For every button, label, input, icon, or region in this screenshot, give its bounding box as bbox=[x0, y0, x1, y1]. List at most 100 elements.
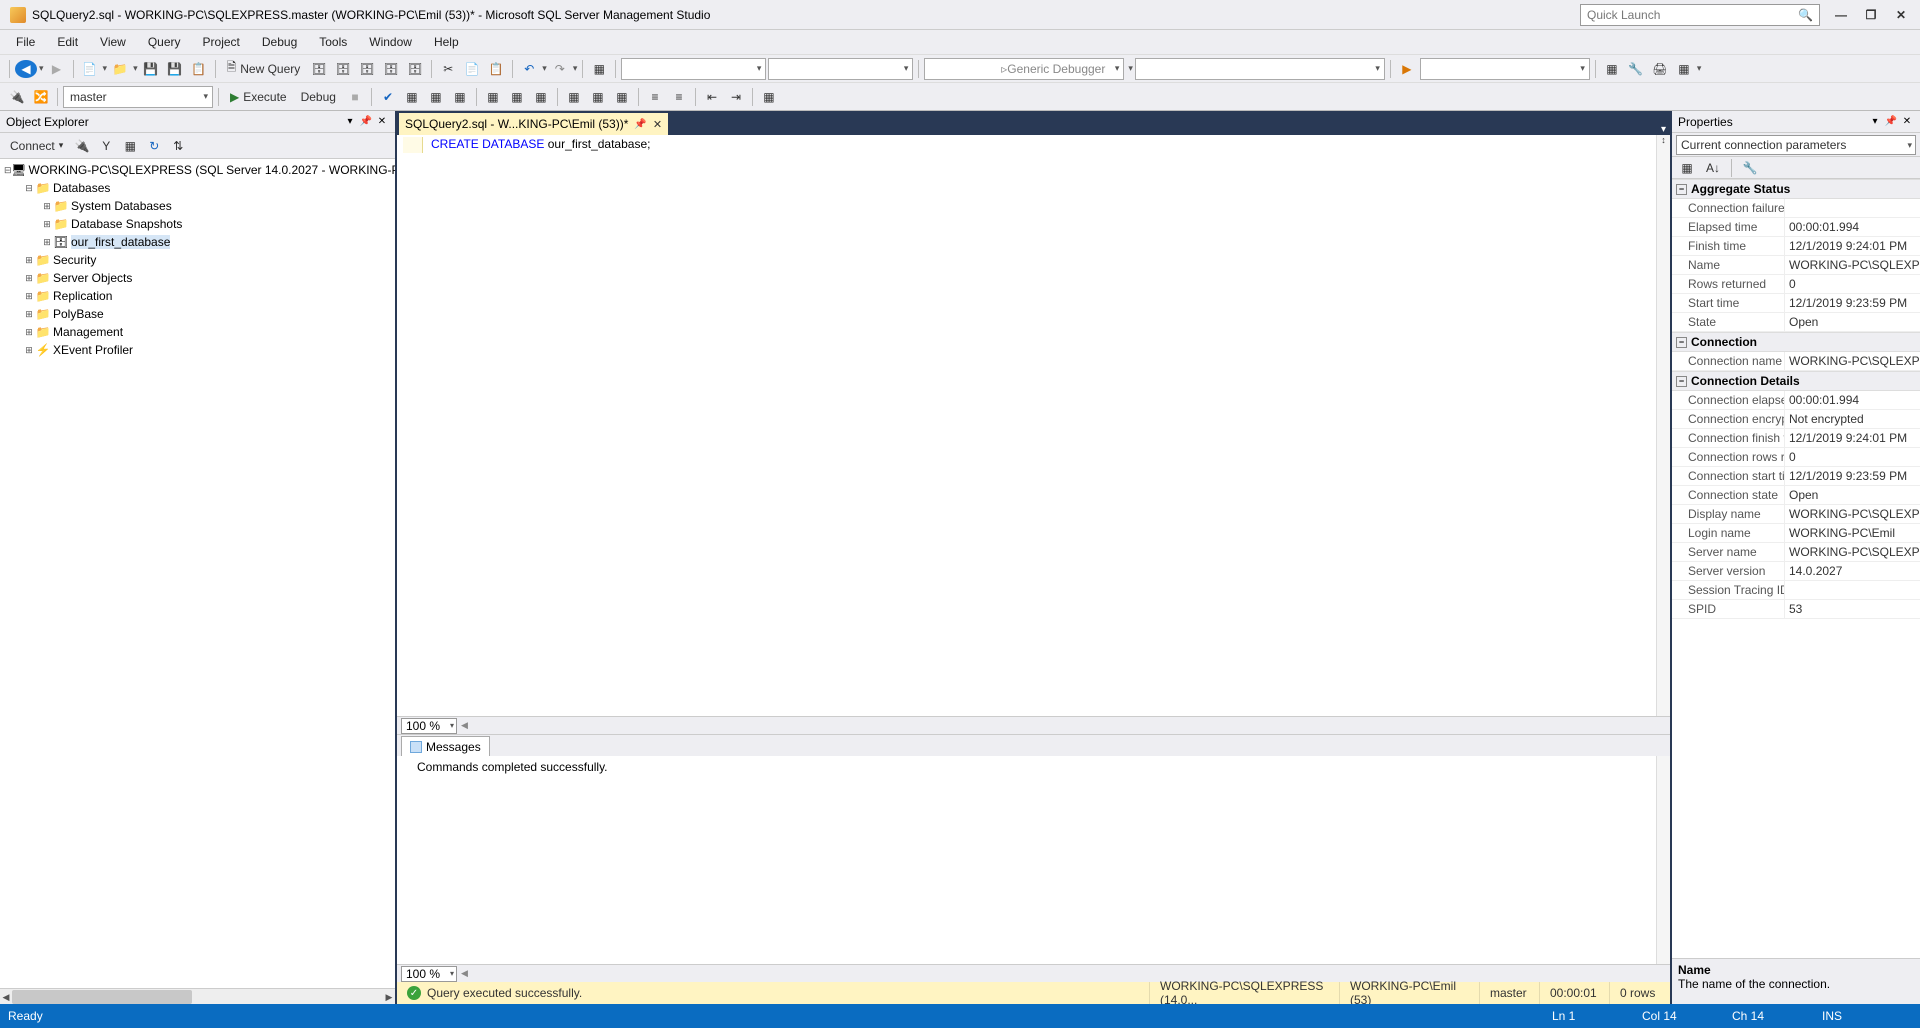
properties-object-select[interactable]: Current connection parameters bbox=[1672, 133, 1920, 157]
panel-options-icon[interactable]: ▾ bbox=[343, 116, 357, 127]
include-client-stats-icon[interactable]: ▦ bbox=[530, 86, 552, 108]
pin-icon[interactable]: 📌 bbox=[634, 119, 646, 130]
panel-pin-icon[interactable]: 📌 bbox=[359, 116, 373, 127]
prop-row[interactable]: Connection rows re0 bbox=[1672, 448, 1920, 467]
close-button[interactable]: ✕ bbox=[1892, 8, 1910, 22]
tree-databases-node[interactable]: ⊟📁Databases bbox=[0, 179, 395, 197]
prop-row[interactable]: Display nameWORKING-PC\SQLEXPRESS bbox=[1672, 505, 1920, 524]
open-button[interactable]: 📁 bbox=[109, 58, 131, 80]
parse-button[interactable]: ✔ bbox=[377, 86, 399, 108]
prop-row[interactable]: Connection nameWORKING-PC\SQLEXPRESS bbox=[1672, 352, 1920, 371]
solution-platform-select[interactable] bbox=[768, 58, 913, 80]
prop-row[interactable]: Connection elapsed00:00:01.994 bbox=[1672, 391, 1920, 410]
solution-config-select[interactable] bbox=[621, 58, 766, 80]
scroll-right-icon[interactable]: ▶ bbox=[383, 989, 395, 1005]
xmla-query-icon[interactable]: 🗄 bbox=[404, 58, 426, 80]
intellisense-icon[interactable]: ▦ bbox=[449, 86, 471, 108]
split-toggle-icon[interactable]: ↕ bbox=[1657, 135, 1670, 149]
sync-icon[interactable]: ⇅ bbox=[167, 135, 189, 157]
prop-row[interactable]: Server nameWORKING-PC\SQLEXPRESS bbox=[1672, 543, 1920, 562]
messages-body[interactable]: Commands completed successfully. bbox=[397, 756, 1670, 964]
change-connection-icon[interactable]: 🔌 bbox=[6, 86, 28, 108]
prop-row[interactable]: Server version14.0.2027 bbox=[1672, 562, 1920, 581]
group-conn-details[interactable]: −Connection Details bbox=[1672, 371, 1920, 391]
dmx-query-icon[interactable]: 🗄 bbox=[380, 58, 402, 80]
new-item-button[interactable]: 📄 bbox=[79, 58, 101, 80]
results-to-file-icon[interactable]: ▦ bbox=[611, 86, 633, 108]
messages-vscroll[interactable] bbox=[1656, 756, 1670, 964]
available-db-icon[interactable]: 🔀 bbox=[30, 86, 52, 108]
menu-tools[interactable]: Tools bbox=[309, 32, 357, 52]
prop-row[interactable]: Finish time12/1/2019 9:24:01 PM bbox=[1672, 237, 1920, 256]
include-plan-icon[interactable]: ▦ bbox=[482, 86, 504, 108]
prop-row[interactable]: Start time12/1/2019 9:23:59 PM bbox=[1672, 294, 1920, 313]
prop-row[interactable]: Connection start ti12/1/2019 9:23:59 PM bbox=[1672, 467, 1920, 486]
object-explorer-tree[interactable]: ⊟🖥WORKING-PC\SQLEXPRESS (SQL Server 14.0… bbox=[0, 159, 395, 988]
cut-button[interactable]: ✂ bbox=[437, 58, 459, 80]
menu-view[interactable]: View bbox=[90, 32, 136, 52]
find-combo[interactable] bbox=[1420, 58, 1590, 80]
tool2-icon[interactable]: 🔧 bbox=[1625, 58, 1647, 80]
tool3-icon[interactable]: 🖨 bbox=[1649, 58, 1671, 80]
tree-xevent-node[interactable]: ⊞⚡XEvent Profiler bbox=[0, 341, 395, 359]
tab-overflow-icon[interactable]: ▾ bbox=[1661, 124, 1666, 135]
property-grid[interactable]: −Aggregate Status Connection failures El… bbox=[1672, 179, 1920, 958]
cancel-query-button[interactable]: ■ bbox=[344, 86, 366, 108]
tree-replication-node[interactable]: ⊞📁Replication bbox=[0, 287, 395, 305]
save-all-button[interactable]: 💾 bbox=[164, 58, 186, 80]
decrease-indent-icon[interactable]: ⇤ bbox=[701, 86, 723, 108]
menu-window[interactable]: Window bbox=[359, 32, 422, 52]
uncomment-icon[interactable]: ≡ bbox=[668, 86, 690, 108]
tree-serverobjects-node[interactable]: ⊞📁Server Objects bbox=[0, 269, 395, 287]
tree-system-databases-node[interactable]: ⊞📁System Databases bbox=[0, 197, 395, 215]
prop-row[interactable]: Elapsed time00:00:01.994 bbox=[1672, 218, 1920, 237]
sql-editor[interactable]: CREATE DATABASE our_first_database; ↕ bbox=[397, 135, 1670, 716]
increase-indent-icon[interactable]: ⇥ bbox=[725, 86, 747, 108]
menu-query[interactable]: Query bbox=[138, 32, 191, 52]
prop-row[interactable]: Connection encrypNot encrypted bbox=[1672, 410, 1920, 429]
activity-icon[interactable]: ▶ bbox=[1396, 58, 1418, 80]
new-query-button[interactable]: 🗎 New Query bbox=[221, 58, 307, 80]
tree-polybase-node[interactable]: ⊞📁PolyBase bbox=[0, 305, 395, 323]
nav-forward-button[interactable]: ▶ bbox=[46, 58, 68, 80]
tree-server-node[interactable]: ⊟🖥WORKING-PC\SQLEXPRESS (SQL Server 14.0… bbox=[0, 161, 395, 179]
categorize-icon[interactable]: ▦ bbox=[1676, 157, 1698, 179]
messages-tab[interactable]: Messages bbox=[401, 736, 490, 756]
menu-edit[interactable]: Edit bbox=[47, 32, 88, 52]
debugger-select[interactable]: ▹ Generic Debugger bbox=[924, 58, 1124, 80]
disconnect-icon[interactable]: 🔌 bbox=[71, 135, 93, 157]
connect-button[interactable]: Connect ▾ bbox=[4, 135, 69, 157]
document-tab[interactable]: SQLQuery2.sql - W...KING-PC\Emil (53))* … bbox=[399, 113, 668, 135]
scroll-thumb[interactable] bbox=[12, 990, 192, 1004]
results-to-grid-icon[interactable]: ▦ bbox=[587, 86, 609, 108]
filter-icon[interactable]: ▦ bbox=[119, 135, 141, 157]
tab-close-icon[interactable]: ✕ bbox=[653, 118, 662, 131]
stop-icon[interactable]: Y bbox=[95, 135, 117, 157]
property-pages-icon[interactable]: 🔧 bbox=[1739, 157, 1761, 179]
prop-row[interactable]: StateOpen bbox=[1672, 313, 1920, 332]
find-button[interactable]: ▦ bbox=[588, 58, 610, 80]
group-aggregate[interactable]: −Aggregate Status bbox=[1672, 179, 1920, 199]
prop-row[interactable]: Rows returned0 bbox=[1672, 275, 1920, 294]
menu-project[interactable]: Project bbox=[193, 32, 250, 52]
tree-security-node[interactable]: ⊞📁Security bbox=[0, 251, 395, 269]
panel-close-icon[interactable]: ✕ bbox=[375, 116, 389, 127]
prop-row[interactable]: Login nameWORKING-PC\Emil bbox=[1672, 524, 1920, 543]
panel-close-icon[interactable]: ✕ bbox=[1900, 116, 1914, 127]
undo-button[interactable]: ↶ bbox=[518, 58, 540, 80]
maximize-button[interactable]: ❐ bbox=[1862, 8, 1880, 22]
query-options-icon[interactable]: ▦ bbox=[425, 86, 447, 108]
save-button[interactable]: 💾 bbox=[140, 58, 162, 80]
execute-button[interactable]: ▶ Execute bbox=[224, 86, 293, 108]
editor-zoom-select[interactable]: 100 % bbox=[401, 718, 457, 734]
mdx-query-icon[interactable]: 🗄 bbox=[356, 58, 378, 80]
tool1-icon[interactable]: ▦ bbox=[1601, 58, 1623, 80]
menu-file[interactable]: File bbox=[6, 32, 45, 52]
estimated-plan-icon[interactable]: ▦ bbox=[401, 86, 423, 108]
db-engine-query-icon[interactable]: 🗄 bbox=[308, 58, 330, 80]
prop-row[interactable]: Session Tracing ID bbox=[1672, 581, 1920, 600]
redo-button[interactable]: ↷ bbox=[549, 58, 571, 80]
messages-zoom-select[interactable]: 100 % bbox=[401, 966, 457, 982]
tool4-icon[interactable]: ▦ bbox=[1673, 58, 1695, 80]
database-select[interactable]: master bbox=[63, 86, 213, 108]
